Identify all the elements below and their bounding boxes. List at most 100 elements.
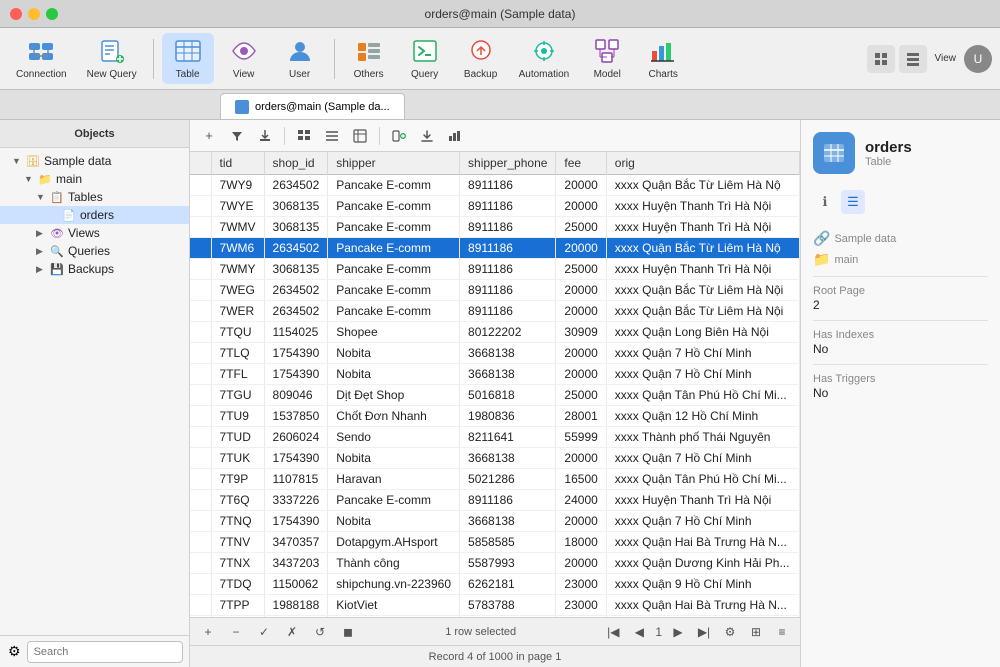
cell-shipper[interactable]: Dotapgym.AHsport [328,532,460,553]
cell-shipper_phone[interactable]: 5858585 [460,532,556,553]
cell-row_num[interactable] [190,364,211,385]
cell-tid[interactable]: 7TPP [211,595,264,616]
cell-shipper_phone[interactable]: 3668138 [460,511,556,532]
window-controls[interactable] [10,8,58,20]
cell-shipper[interactable]: Chốt Đơn Nhanh [328,406,460,427]
cell-fee[interactable]: 20000 [556,553,606,574]
cell-orig[interactable]: xxxx Huyện Thanh Trì Hà Nội [606,196,799,217]
cell-fee[interactable]: 24000 [556,490,606,511]
cell-shipper_phone[interactable]: 5021286 [460,469,556,490]
cell-fee[interactable]: 28001 [556,406,606,427]
table-row[interactable]: 7TNV3470357Dotapgym.AHsport585858518000x… [190,532,800,553]
toolbar-backup[interactable]: Backup [455,33,507,84]
table-row[interactable]: 7WYE3068135Pancake E-comm891118620000xxx… [190,196,800,217]
cell-orig[interactable]: xxxx Huyện Thanh Trì Hà Nội [606,217,799,238]
discard-button[interactable]: ✗ [282,622,302,642]
delete-record-button[interactable]: − [226,622,246,642]
cell-shop_id[interactable]: 1754390 [264,343,328,364]
panel-tab-details[interactable]: ☰ [841,190,865,214]
cell-shipper[interactable]: Pancake E-comm [328,280,460,301]
cell-tid[interactable]: 7T6Q [211,490,264,511]
toolbar-view[interactable]: View [218,33,270,84]
cell-row_num[interactable] [190,301,211,322]
cell-orig[interactable]: xxxx Quận 9 Hồ Chí Minh [606,574,799,595]
first-page-button[interactable]: |◀ [603,622,623,642]
cell-shop_id[interactable]: 2606024 [264,427,328,448]
cell-tid[interactable]: 7WER [211,301,264,322]
panel-tab-info[interactable]: ℹ [813,190,837,214]
refresh-button[interactable]: ↺ [310,622,330,642]
prev-page-button[interactable]: ◀ [629,622,649,642]
cell-shipper_phone[interactable]: 8911186 [460,490,556,511]
cell-orig[interactable]: xxxx Quận Hai Bà Trưng Hà N... [606,595,799,616]
table-row[interactable]: 7WMV3068135Pancake E-comm891118625000xxx… [190,217,800,238]
cell-row_num[interactable] [190,238,211,259]
cell-shop_id[interactable]: 3337226 [264,490,328,511]
cell-fee[interactable]: 20000 [556,175,606,196]
cell-shop_id[interactable]: 3470357 [264,532,328,553]
toolbar-new-query[interactable]: New Query [79,33,145,84]
sidebar-item-sample-data[interactable]: ▼ 🗄 Sample data [0,152,189,170]
cell-shipper_phone[interactable]: 8911186 [460,175,556,196]
cell-tid[interactable]: 7TFL [211,364,264,385]
table-row[interactable]: 7WY92634502Pancake E-comm891118620000xxx… [190,175,800,196]
cell-tid[interactable]: 7TNX [211,553,264,574]
table-row[interactable]: 7TU91537850Chốt Đơn Nhanh198083628001xxx… [190,406,800,427]
cell-orig[interactable]: xxxx Quận Dương Kinh Hải Ph... [606,553,799,574]
cell-shop_id[interactable]: 1988188 [264,595,328,616]
cell-row_num[interactable] [190,343,211,364]
add-column-button[interactable] [388,125,410,147]
cell-orig[interactable]: xxxx Quận Bắc Từ Liêm Hà Nộ [606,175,799,196]
cell-orig[interactable]: xxxx Quận 7 Hồ Chí Minh [606,448,799,469]
maximize-button[interactable] [46,8,58,20]
cell-fee[interactable]: 30909 [556,322,606,343]
cell-shop_id[interactable]: 1150062 [264,574,328,595]
table-row[interactable]: 7TQU1154025Shopee8012220230909xxxx Quận … [190,322,800,343]
cell-tid[interactable]: 7WM6 [211,238,264,259]
col-header-shipper-phone[interactable]: shipper_phone [460,152,556,175]
col-header-tid[interactable]: tid [211,152,264,175]
toolbar-others[interactable]: Others [343,33,395,84]
close-button[interactable] [10,8,22,20]
cell-row_num[interactable] [190,448,211,469]
cell-tid[interactable]: 7T9P [211,469,264,490]
cell-row_num[interactable] [190,553,211,574]
table-row[interactable]: 7T9P1107815Haravan502128616500xxxx Quận … [190,469,800,490]
cell-orig[interactable]: xxxx Quận 7 Hồ Chí Minh [606,364,799,385]
chart-button[interactable] [444,125,466,147]
cell-tid[interactable]: 7TUK [211,448,264,469]
cell-shipper[interactable]: Pancake E-comm [328,490,460,511]
search-input[interactable] [27,641,183,663]
cell-shipper[interactable]: Pancake E-comm [328,301,460,322]
cell-shop_id[interactable]: 2634502 [264,238,328,259]
table-row[interactable]: 7TFL1754390Nobita366813820000xxxx Quận 7… [190,364,800,385]
cell-shipper_phone[interactable]: 8911186 [460,217,556,238]
toolbar-automation[interactable]: Automation [511,33,578,84]
cell-shipper_phone[interactable]: 5016818 [460,385,556,406]
cell-shop_id[interactable]: 809046 [264,385,328,406]
cell-shipper_phone[interactable]: 8911186 [460,280,556,301]
cell-shop_id[interactable]: 3068135 [264,259,328,280]
cell-tid[interactable]: 7WY9 [211,175,264,196]
col-header-shipper[interactable]: shipper [328,152,460,175]
cell-shipper[interactable]: Haravan [328,469,460,490]
cell-tid[interactable]: 7TUD [211,427,264,448]
cell-shop_id[interactable]: 1754390 [264,448,328,469]
toolbar-table[interactable]: Table [162,33,214,84]
sidebar-item-orders[interactable]: 📄 orders [0,206,189,224]
cell-fee[interactable]: 25000 [556,217,606,238]
cell-shop_id[interactable]: 1754390 [264,511,328,532]
cell-row_num[interactable] [190,511,211,532]
col-header-fee[interactable]: fee [556,152,606,175]
export2-button[interactable] [416,125,438,147]
tab-orders[interactable]: orders@main (Sample da... [220,93,405,119]
view-btn-1[interactable] [867,45,895,73]
cell-shipper_phone[interactable]: 80122202 [460,322,556,343]
cell-fee[interactable]: 16500 [556,469,606,490]
cell-shipper[interactable]: Pancake E-comm [328,217,460,238]
add-record-button[interactable]: + [198,622,218,642]
col-header-orig[interactable]: orig [606,152,799,175]
cell-shipper[interactable]: Pancake E-comm [328,259,460,280]
cell-shipper[interactable]: Pancake E-comm [328,238,460,259]
cell-fee[interactable]: 20000 [556,301,606,322]
